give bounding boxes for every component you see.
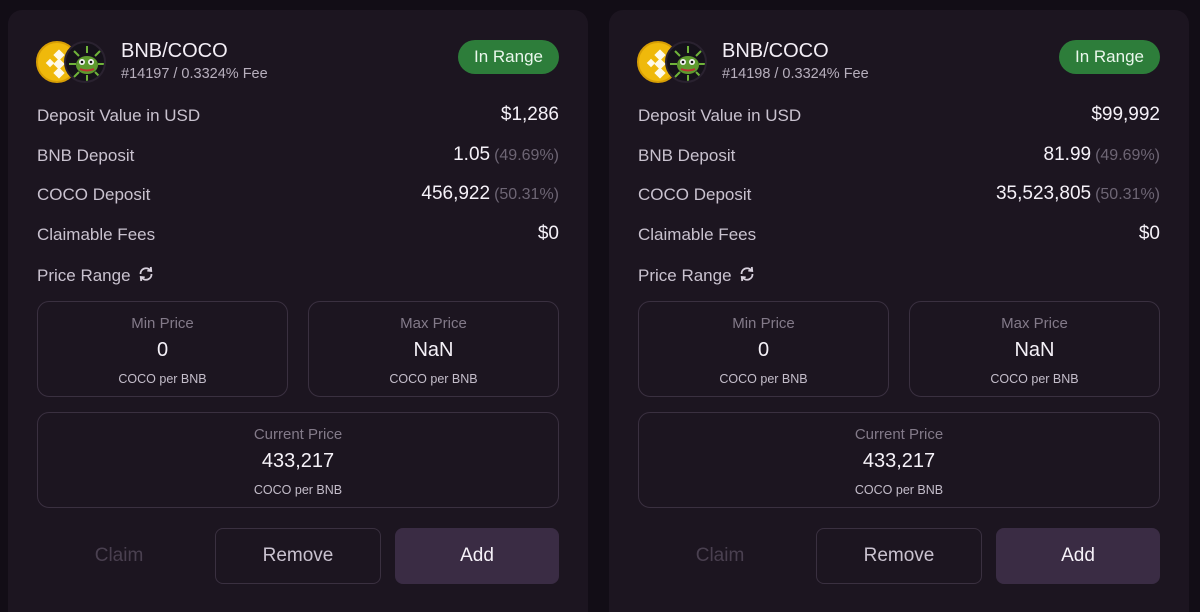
min-price-box: Min Price 0 COCO per BNB [638, 301, 889, 397]
bnb-deposit-value-group: 81.99 (49.69%) [1044, 144, 1160, 166]
positions-page: BNB/COCO #14197/0.3324% Fee In Range Dep… [0, 0, 1200, 612]
current-price-title: Current Price [854, 426, 944, 443]
in-range-badge: In Range [458, 40, 559, 74]
add-button[interactable]: Add [395, 528, 559, 584]
deposit-value-row: Deposit Value in USD $99,992 [638, 104, 1160, 130]
claimable-fees-value: $0 [1138, 223, 1160, 244]
position-card: BNB/COCO #14197/0.3324% Fee In Range Dep… [8, 10, 588, 612]
max-price-title: Max Price [400, 315, 467, 332]
claimable-fees-value: $0 [537, 223, 559, 244]
claimable-fees-label: Claimable Fees [37, 225, 156, 244]
claim-button[interactable]: Claim [37, 528, 201, 584]
bnb-deposit-label: BNB Deposit [638, 146, 736, 165]
current-price-title: Current Price [253, 426, 343, 443]
price-range-label-group: Price Range [37, 265, 155, 288]
max-price-title: Max Price [1001, 315, 1068, 332]
max-price-unit: COCO per BNB [990, 372, 1079, 386]
min-price-title: Min Price [131, 315, 194, 332]
coco-deposit-label: COCO Deposit [638, 185, 752, 204]
deposit-value: $99,992 [1091, 104, 1160, 125]
coco-deposit-value-group: 35,523,805 (50.31%) [996, 183, 1160, 205]
current-price-box: Current Price 433,217 COCO per BNB [37, 412, 559, 508]
coco-deposit-value-group: 456,922 (50.31%) [421, 183, 559, 205]
deposit-value-row: Deposit Value in USD $1,286 [37, 104, 559, 130]
remove-button[interactable]: Remove [215, 528, 381, 584]
pair-title: BNB/COCO [121, 40, 228, 62]
separator: / [774, 66, 779, 82]
claimable-fees-label: Claimable Fees [638, 225, 757, 244]
min-price-box: Min Price 0 COCO per BNB [37, 301, 288, 397]
add-button[interactable]: Add [996, 528, 1160, 584]
claimable-fees-row: Claimable Fees $0 [37, 223, 559, 249]
pair-title: BNB/COCO [722, 40, 829, 62]
max-price-box: Max Price NaN COCO per BNB [909, 301, 1160, 397]
position-subtitle: #14197/0.3324% Fee [121, 66, 268, 82]
coco-token-icon [64, 41, 106, 83]
separator: / [173, 66, 178, 82]
position-subtitle: #14198/0.3324% Fee [722, 66, 869, 82]
price-range-label: Price Range [638, 266, 732, 285]
min-price-title: Min Price [732, 315, 795, 332]
price-range-row: Price Range [37, 263, 559, 289]
coco-deposit-amount: 456,922 [421, 183, 491, 204]
remove-button[interactable]: Remove [816, 528, 982, 584]
token-pair-icons [637, 40, 709, 84]
min-price-value: 0 [156, 339, 169, 361]
token-pair-icons [36, 40, 108, 84]
fee-tier: 0.3324% Fee [782, 66, 869, 82]
deposit-value-label: Deposit Value in USD [37, 106, 201, 125]
coco-deposit-amount: 35,523,805 [995, 183, 1092, 204]
bnb-deposit-label: BNB Deposit [37, 146, 135, 165]
coco-deposit-row: COCO Deposit 456,922 (50.31%) [37, 183, 559, 209]
bnb-deposit-amount: 81.99 [1043, 144, 1092, 165]
coco-token-icon [665, 41, 707, 83]
max-price-value: NaN [1014, 339, 1055, 361]
current-price-unit: COCO per BNB [854, 483, 944, 497]
coco-deposit-label: COCO Deposit [37, 185, 151, 204]
current-price-unit: COCO per BNB [253, 483, 343, 497]
min-price-unit: COCO per BNB [719, 372, 808, 386]
price-range-row: Price Range [638, 263, 1160, 289]
fee-tier: 0.3324% Fee [181, 66, 268, 82]
bnb-deposit-amount: 1.05 [453, 144, 491, 165]
claim-button[interactable]: Claim [638, 528, 802, 584]
current-price-box: Current Price 433,217 COCO per BNB [638, 412, 1160, 508]
bnb-deposit-percent: (49.69%) [1095, 147, 1160, 164]
in-range-badge: In Range [1059, 40, 1160, 74]
current-price-value: 433,217 [862, 450, 936, 472]
max-price-unit: COCO per BNB [389, 372, 478, 386]
current-price-value: 433,217 [261, 450, 335, 472]
bnb-deposit-row: BNB Deposit 1.05 (49.69%) [37, 144, 559, 170]
deposit-value: $1,286 [500, 104, 559, 125]
bnb-deposit-value-group: 1.05 (49.69%) [453, 144, 559, 166]
coco-deposit-percent: (50.31%) [494, 186, 559, 203]
bnb-deposit-percent: (49.69%) [494, 147, 559, 164]
position-id: #14197 [121, 66, 170, 82]
min-price-value: 0 [757, 339, 770, 361]
coco-deposit-percent: (50.31%) [1095, 186, 1160, 203]
deposit-value-label: Deposit Value in USD [638, 106, 802, 125]
coco-deposit-row: COCO Deposit 35,523,805 (50.31%) [638, 183, 1160, 209]
position-card: BNB/COCO #14198/0.3324% Fee In Range Dep… [609, 10, 1189, 612]
refresh-icon[interactable] [738, 265, 756, 288]
max-price-value: NaN [413, 339, 454, 361]
max-price-box: Max Price NaN COCO per BNB [308, 301, 559, 397]
price-range-label-group: Price Range [638, 265, 756, 288]
min-price-unit: COCO per BNB [118, 372, 207, 386]
refresh-icon[interactable] [137, 265, 155, 288]
price-range-label: Price Range [37, 266, 131, 285]
claimable-fees-row: Claimable Fees $0 [638, 223, 1160, 249]
position-id: #14198 [722, 66, 771, 82]
bnb-deposit-row: BNB Deposit 81.99 (49.69%) [638, 144, 1160, 170]
